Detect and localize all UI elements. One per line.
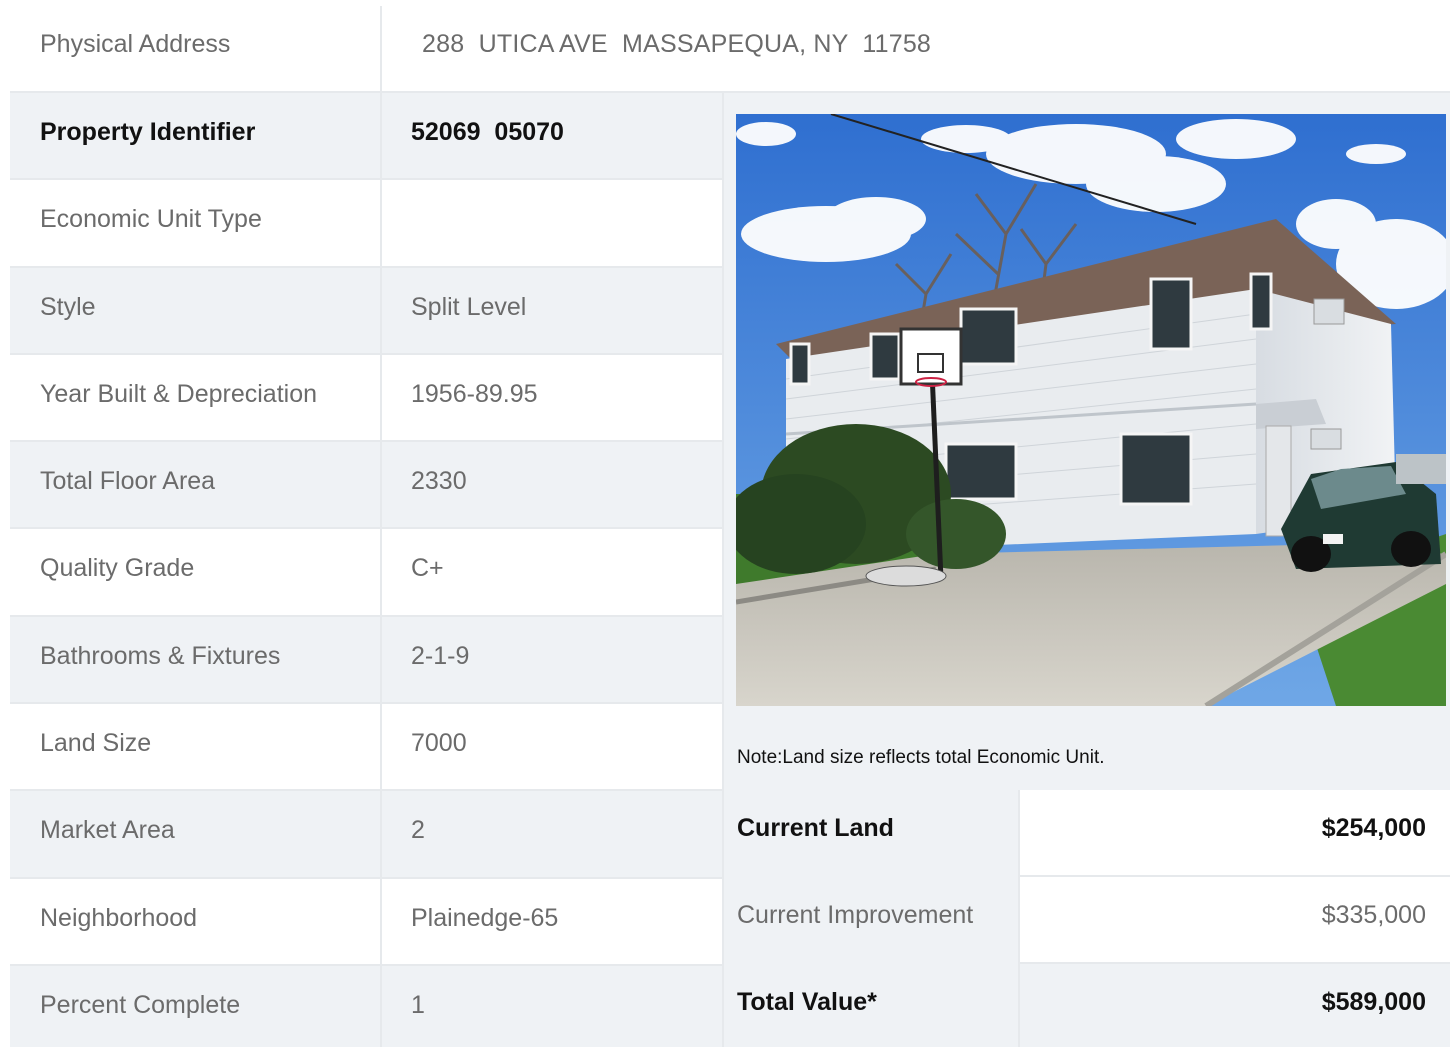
value-row-total-value: Total Value* $589,000: [724, 964, 1450, 1047]
detail-row-neighborhood: Neighborhood Plainedge-65: [10, 878, 722, 966]
detail-row-quality-grade: Quality Grade C+: [10, 529, 722, 617]
physical-address-value: 288 UTICA AVE MASSAPEQUA, NY 11758: [422, 30, 932, 58]
detail-value: 2: [411, 816, 425, 845]
detail-row-market-area: Market Area 2: [10, 791, 722, 879]
house-photo[interactable]: [736, 114, 1446, 706]
detail-value: 7000: [411, 729, 467, 758]
column-divider: [380, 6, 382, 93]
detail-row-style: Style Split Level: [10, 267, 722, 355]
column-divider: [380, 704, 382, 790]
value-cell: $335,000: [1018, 877, 1450, 964]
detail-value: C+: [411, 554, 444, 583]
detail-value: 2-1-9: [411, 641, 470, 670]
detail-row-economic-unit-type: Economic Unit Type: [10, 180, 722, 268]
detail-label: Property Identifier: [40, 118, 256, 146]
detail-value: 1956-89.95: [411, 379, 538, 408]
detail-label: Economic Unit Type: [40, 205, 262, 234]
detail-row-total-floor-area: Total Floor Area 2330: [10, 442, 722, 530]
detail-label: Land Size: [40, 729, 152, 758]
detail-row-bathrooms: Bathrooms & Fixtures 2-1-9: [10, 616, 722, 705]
column-divider: [380, 354, 382, 441]
column-divider: [380, 267, 382, 353]
value-row-current-land: Current Land $254,000: [724, 790, 1450, 877]
column-divider: [380, 878, 382, 964]
detail-label: Percent Complete: [40, 990, 241, 1019]
column-divider: [380, 180, 382, 266]
column-divider: [380, 442, 382, 528]
detail-row-land-size: Land Size 7000: [10, 704, 722, 792]
value-cell: $589,000: [1018, 964, 1450, 1047]
property-details-table: Property Identifier 52069 05070 Economic…: [10, 93, 722, 1047]
value-cell: $254,000: [1018, 790, 1450, 877]
value-label: Total Value*: [737, 988, 877, 1016]
detail-label: Neighborhood: [40, 903, 198, 932]
column-divider: [380, 965, 382, 1047]
detail-value: Split Level: [411, 292, 527, 321]
value-amount: $335,000: [1321, 901, 1426, 929]
detail-label: Market Area: [40, 816, 175, 845]
detail-label: Year Built & Depreciation: [40, 379, 318, 408]
detail-label: Quality Grade: [40, 554, 195, 583]
value-row-current-improvement: Current Improvement $335,000: [724, 877, 1450, 964]
land-size-note: Note:Land size reflects total Economic U…: [737, 747, 1105, 768]
detail-value: 2330: [411, 467, 467, 496]
column-divider: [380, 529, 382, 615]
physical-address-label: Physical Address: [40, 30, 231, 58]
column-divider: [380, 791, 382, 877]
detail-value: 1: [411, 990, 425, 1019]
value-label: Current Land: [737, 814, 894, 842]
value-amount: $254,000: [1321, 814, 1426, 842]
property-summary-panel: Note:Land size reflects total Economic U…: [722, 93, 1450, 1047]
detail-label: Total Floor Area: [40, 467, 216, 496]
house-photo-icon: [736, 114, 1446, 706]
value-amount: $589,000: [1321, 988, 1426, 1016]
detail-value: Plainedge-65: [411, 903, 559, 932]
physical-address-row: Physical Address 288 UTICA AVE MASSAPEQU…: [10, 6, 1450, 93]
column-divider: [380, 93, 382, 179]
value-label: Current Improvement: [737, 901, 974, 929]
detail-row-year-built: Year Built & Depreciation 1956-89.95: [10, 354, 722, 443]
detail-label: Bathrooms & Fixtures: [40, 641, 281, 670]
detail-label: Style: [40, 292, 96, 321]
column-divider: [380, 616, 382, 703]
detail-value: 52069 05070: [411, 118, 564, 146]
detail-row-property-identifier: Property Identifier 52069 05070: [10, 93, 722, 181]
detail-row-percent-complete: Percent Complete 1: [10, 965, 722, 1047]
